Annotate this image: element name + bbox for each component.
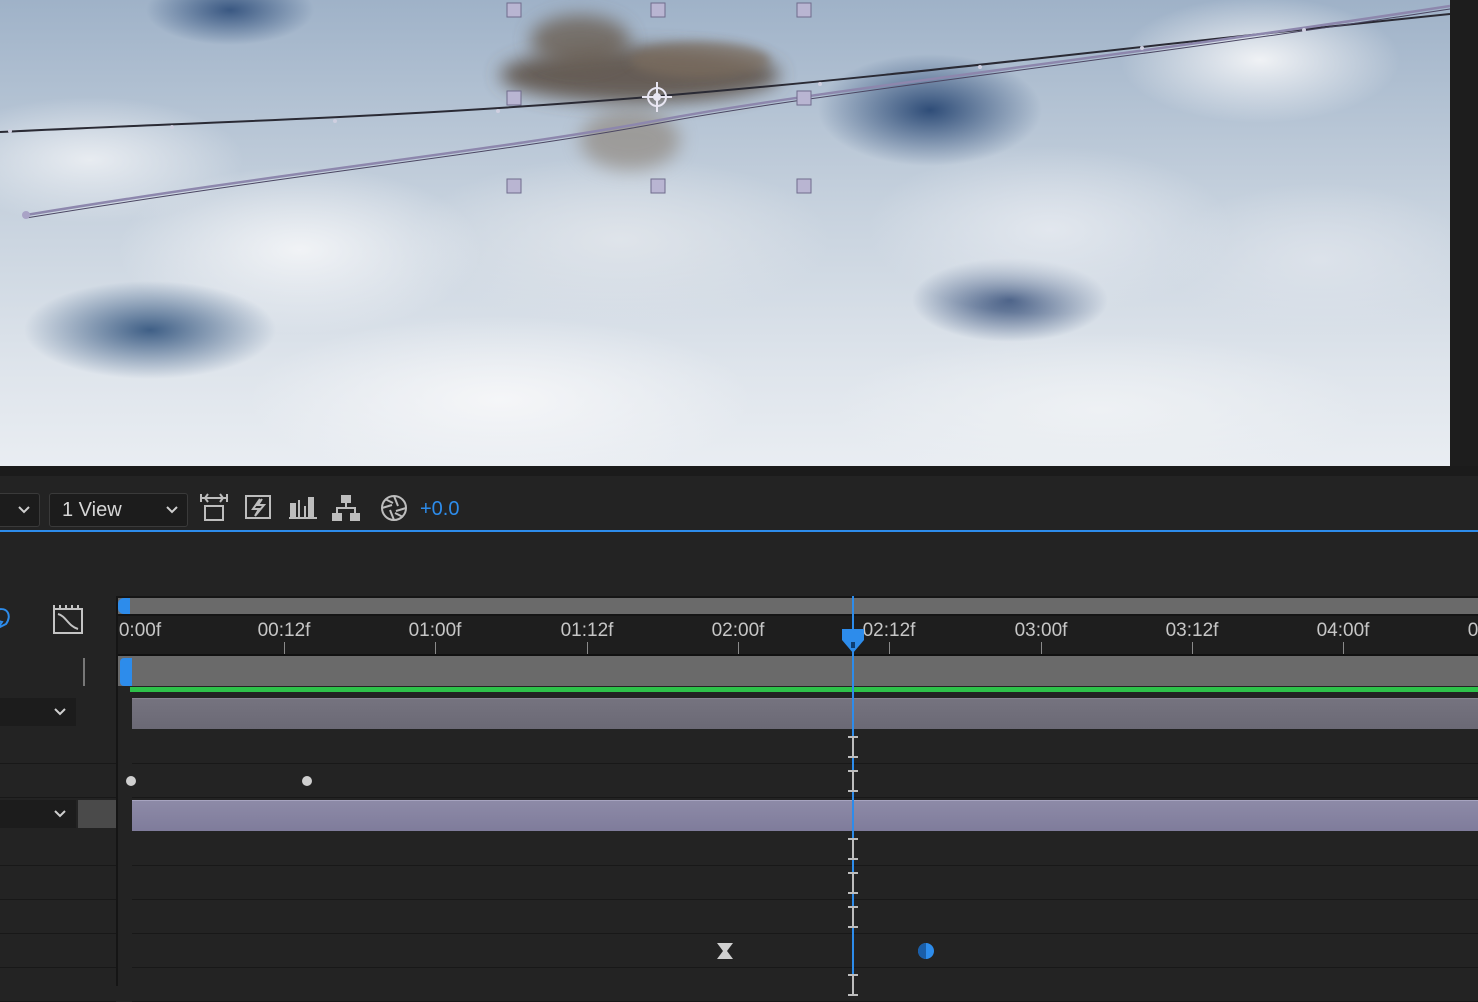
ruler-label: 00:12f: [257, 620, 311, 641]
property-track: [132, 764, 1478, 798]
property-track: [132, 832, 1478, 866]
exposure-icon[interactable]: [376, 490, 412, 526]
ibeam-marker-icon: [846, 769, 860, 793]
blurred-airplane: [500, 15, 780, 170]
hierarchy-icon[interactable]: [328, 490, 364, 526]
work-area-bar[interactable]: [118, 596, 1478, 616]
ruler-label: 01:12f: [560, 620, 614, 641]
property-track: [132, 900, 1478, 934]
property-row-label: [0, 832, 116, 866]
ibeam-marker-icon: [846, 837, 860, 861]
ruler-label: 01:00f: [408, 620, 462, 641]
property-row-label: [0, 866, 116, 900]
ibeam-marker-icon: [846, 871, 860, 895]
exposure-value[interactable]: +0.0: [420, 498, 459, 521]
motion-path[interactable]: [0, 4, 1450, 219]
property-track: [132, 730, 1478, 764]
composition-viewer[interactable]: [0, 0, 1450, 466]
ruler-label: 0: [1467, 620, 1478, 641]
layer-row-head[interactable]: [0, 696, 117, 730]
composition-in-handle[interactable]: [120, 658, 132, 686]
playhead-handle-icon[interactable]: [841, 628, 865, 654]
work-area-start-handle[interactable]: [118, 598, 130, 614]
layer-row-head[interactable]: [0, 798, 117, 832]
flowchart-icon[interactable]: [285, 490, 321, 526]
shy-blob-icon[interactable]: [0, 606, 12, 632]
viewer-scroll-gutter: [1450, 0, 1478, 466]
ruler-label: 0:00f: [118, 620, 162, 641]
property-track: [132, 866, 1478, 900]
view-layout-dropdown[interactable]: 1 View: [49, 493, 188, 527]
collapse-chevron-icon[interactable]: [0, 698, 76, 726]
time-ruler[interactable]: 0:00f 00:12f 01:00f 01:12f 02:00f 02:12f…: [118, 616, 1478, 656]
keyframe-dot[interactable]: [302, 776, 312, 786]
viewer-toolbar: 1 View +0.0: [0, 466, 1478, 532]
ibeam-marker-icon: [846, 735, 860, 759]
fit-to-frame-icon[interactable]: [196, 490, 232, 526]
chevron-down-icon: [17, 494, 31, 537]
resolution-dropdown[interactable]: [0, 493, 40, 527]
hold-keyframe-icon[interactable]: [716, 942, 734, 960]
ease-keyframe-icon[interactable]: [917, 942, 935, 960]
ruler-label: 03:00f: [1014, 620, 1068, 641]
render-cache-bar: [130, 687, 1478, 692]
fast-previews-icon[interactable]: [240, 490, 276, 526]
view-layout-label: 1 View: [62, 499, 122, 521]
layer-bar[interactable]: [132, 698, 1478, 729]
property-row-label: [0, 764, 116, 798]
composition-duration-bar[interactable]: [118, 656, 1478, 686]
viewer-overlay: [0, 2, 1450, 219]
keyframe-dot[interactable]: [126, 776, 136, 786]
property-row-label: [0, 968, 116, 1002]
ruler-label: 02:12f: [862, 620, 916, 641]
ruler-label: 02:00f: [711, 620, 765, 641]
timeline-panel: 0:00f 00:12f 01:00f 01:12f 02:00f 02:12f…: [0, 532, 1478, 1002]
composition-label-box: [0, 658, 85, 686]
property-row-label: [0, 934, 116, 968]
property-row-label: [0, 730, 116, 764]
ruler-label: 03:12f: [1165, 620, 1219, 641]
property-track: [132, 934, 1478, 968]
layer-switch-cell[interactable]: [78, 800, 116, 828]
graph-editor-icon[interactable]: [50, 602, 86, 638]
collapse-chevron-icon[interactable]: [0, 800, 76, 828]
ibeam-marker-icon: [846, 973, 860, 997]
layer-bar[interactable]: [132, 800, 1478, 831]
ruler-label: 04:00f: [1316, 620, 1370, 641]
layer-timeline-divider[interactable]: [116, 596, 118, 986]
property-track: [132, 968, 1478, 1002]
ibeam-marker-icon: [846, 905, 860, 929]
property-row-label: [0, 900, 116, 934]
chevron-down-icon: [165, 494, 179, 537]
